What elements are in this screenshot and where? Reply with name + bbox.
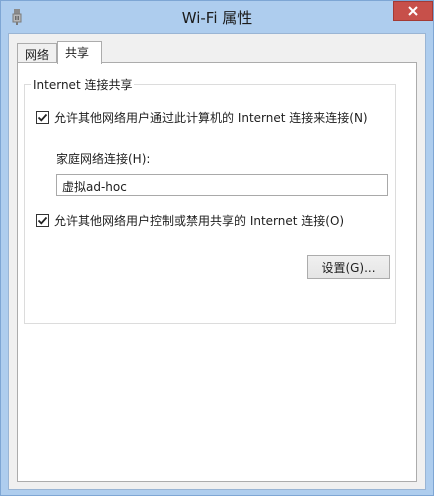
checkmark-icon xyxy=(37,113,48,122)
tab-network[interactable]: 网络 xyxy=(17,43,57,62)
checkmark-icon xyxy=(37,216,48,225)
close-button[interactable] xyxy=(393,1,433,21)
allow-connect-checkbox-row[interactable]: 允许其他网络用户通过此计算机的 Internet 连接来连接(N) xyxy=(36,109,368,126)
allow-control-checkbox-row[interactable]: 允许其他网络用户控制或禁用共享的 Internet 连接(O) xyxy=(36,212,344,229)
group-title: Internet 连接共享 xyxy=(31,76,135,93)
allow-connect-checkbox[interactable] xyxy=(36,111,49,124)
window-title: Wi-Fi 属性 xyxy=(181,9,253,27)
allow-control-label: 允许其他网络用户控制或禁用共享的 Internet 连接(O) xyxy=(54,214,345,228)
title-bar[interactable]: Wi-Fi 属性 xyxy=(1,1,433,33)
settings-button[interactable]: 设置(G)... xyxy=(307,255,390,279)
allow-connect-label: 允许其他网络用户通过此计算机的 Internet 连接来连接(N) xyxy=(54,111,368,125)
home-network-field[interactable]: 虚拟ad-hoc xyxy=(56,174,388,196)
close-icon xyxy=(408,6,418,16)
properties-window: Wi-Fi 属性 网络 共享 Internet 连接共享 允许其他网络用户通过此… xyxy=(0,0,434,496)
dialog-client-area: 网络 共享 Internet 连接共享 允许其他网络用户通过此计算机的 Inte… xyxy=(8,33,426,490)
home-network-label: 家庭网络连接(H): xyxy=(56,152,151,166)
internet-connection-sharing-group: Internet 连接共享 允许其他网络用户通过此计算机的 Internet 连… xyxy=(24,76,396,324)
tab-sharing[interactable]: 共享 xyxy=(57,41,102,64)
allow-control-checkbox[interactable] xyxy=(36,214,49,227)
sharing-tab-panel: Internet 连接共享 允许其他网络用户通过此计算机的 Internet 连… xyxy=(17,62,417,482)
